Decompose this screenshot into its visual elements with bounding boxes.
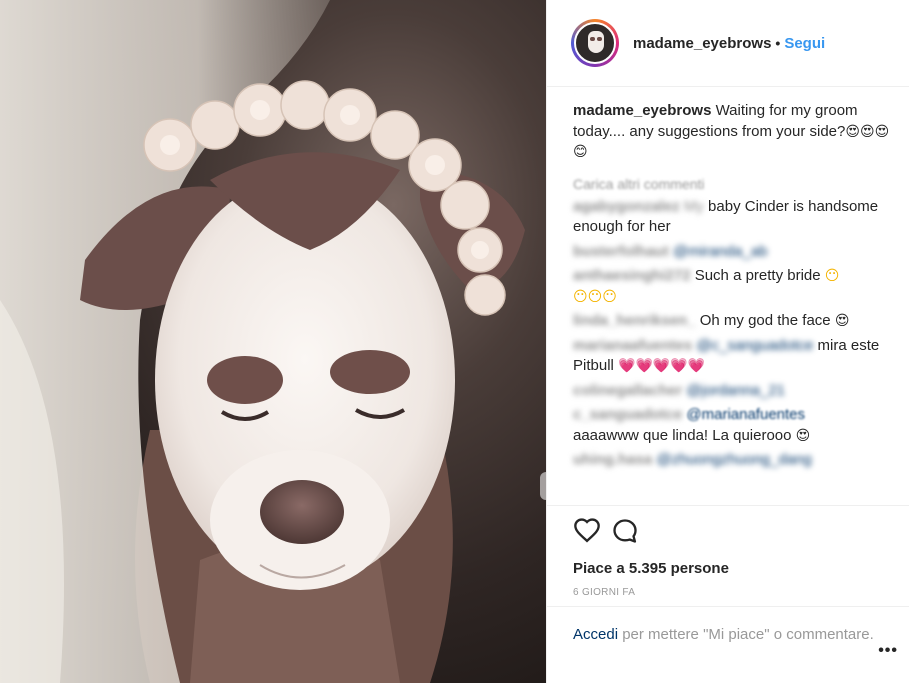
heart-icon[interactable] bbox=[573, 517, 601, 545]
post-window: madame_eyebrows • Segui madame_eyebrows … bbox=[0, 0, 909, 683]
comment-mention[interactable]: @zhuongzhuong_dang bbox=[656, 451, 811, 468]
comment-mention[interactable]: @jordanna_21 bbox=[686, 382, 785, 399]
comment-mention[interactable]: @c_sanguadotce bbox=[696, 337, 813, 354]
post-side-panel: madame_eyebrows • Segui madame_eyebrows … bbox=[546, 0, 909, 683]
comment-text: aaaawww que linda! La quierooo bbox=[573, 426, 796, 444]
post-caption: madame_eyebrows Waiting for my groom tod… bbox=[573, 101, 890, 163]
comment-item: busterfolhaut @miranda_ab bbox=[573, 242, 890, 263]
action-icons bbox=[573, 516, 890, 546]
dog-bride-image bbox=[0, 0, 546, 683]
comment-username[interactable]: linda_henriksen_ bbox=[573, 312, 696, 329]
comment-emoji: 😍 bbox=[834, 313, 850, 329]
comment-text-blurred: My bbox=[683, 197, 709, 215]
author-username[interactable]: madame_eyebrows bbox=[633, 35, 771, 52]
comment-icon[interactable] bbox=[611, 517, 639, 545]
comment-item: anthaesinghi272 Such a pretty bride 😶 😶😶… bbox=[573, 266, 890, 307]
avatar-brow-right bbox=[597, 37, 602, 41]
post-actions: Piace a 5.395 persone 6 GIORNI FA bbox=[547, 505, 909, 607]
comment-username[interactable]: colinegallacher bbox=[573, 382, 682, 399]
comment-emoji: 💗💗💗💗💗 bbox=[618, 358, 706, 374]
comment-text: Oh my god the face bbox=[695, 312, 835, 329]
comment-item: colinegallacher @jordanna_21 bbox=[573, 381, 890, 402]
avatar-image bbox=[574, 22, 616, 64]
comment-username[interactable]: c_sanguadotce bbox=[573, 406, 682, 423]
comment-item: marianaafuentes @c_sanguadotce mira este… bbox=[573, 336, 890, 377]
post-timestamp[interactable]: 6 GIORNI FA bbox=[573, 587, 890, 598]
comment-username[interactable]: busterfolhaut bbox=[573, 243, 669, 260]
avatar-brow-left bbox=[590, 37, 595, 41]
comments-list: madame_eyebrows Waiting for my groom tod… bbox=[547, 87, 909, 505]
comment-username[interactable]: agabygonzalez bbox=[573, 198, 680, 215]
comment-emoji: 😍 bbox=[795, 427, 811, 444]
comment-username[interactable]: marianaafuentes bbox=[573, 337, 692, 354]
comment-emoji: 😶 bbox=[824, 268, 840, 284]
comment-mention[interactable]: @marianafuentes bbox=[686, 406, 805, 423]
avatar-face bbox=[588, 31, 604, 53]
header-separator: • bbox=[775, 35, 781, 51]
comment-username[interactable]: anthaesinghi272 bbox=[573, 267, 691, 284]
avatar[interactable] bbox=[571, 19, 619, 67]
comment-emoji-row: 😶😶😶 bbox=[573, 288, 617, 305]
caption-username[interactable]: madame_eyebrows bbox=[573, 102, 711, 119]
login-link[interactable]: Accedi bbox=[573, 626, 618, 643]
comment-item: uhing.hasa @zhuongzhuong_dang bbox=[573, 450, 890, 471]
load-more-comments[interactable]: Carica altri commenti bbox=[573, 176, 890, 193]
comment-item: c_sanguadotce @marianafuentes aaaawww qu… bbox=[573, 405, 890, 446]
more-icon[interactable]: ••• bbox=[878, 641, 898, 662]
follow-button[interactable]: Segui bbox=[784, 35, 825, 52]
comment-mention[interactable]: @miranda_ab bbox=[673, 243, 767, 260]
post-photo[interactable] bbox=[0, 0, 546, 683]
login-prompt-text: per mettere "Mi piace" o commentare. bbox=[618, 626, 874, 643]
post-header: madame_eyebrows • Segui bbox=[547, 0, 909, 87]
comment-text: Such a pretty bride bbox=[690, 267, 825, 284]
comment-username[interactable]: uhing.hasa bbox=[573, 451, 652, 468]
likes-count[interactable]: Piace a 5.395 persone bbox=[573, 560, 890, 577]
login-footer: Accedi per mettere "Mi piace" o commenta… bbox=[547, 606, 909, 683]
comment-item: linda_henriksen_ Oh my god the face 😍 bbox=[573, 311, 890, 332]
comment-item: agabygonzalez My baby Cinder is handsome… bbox=[573, 197, 890, 238]
